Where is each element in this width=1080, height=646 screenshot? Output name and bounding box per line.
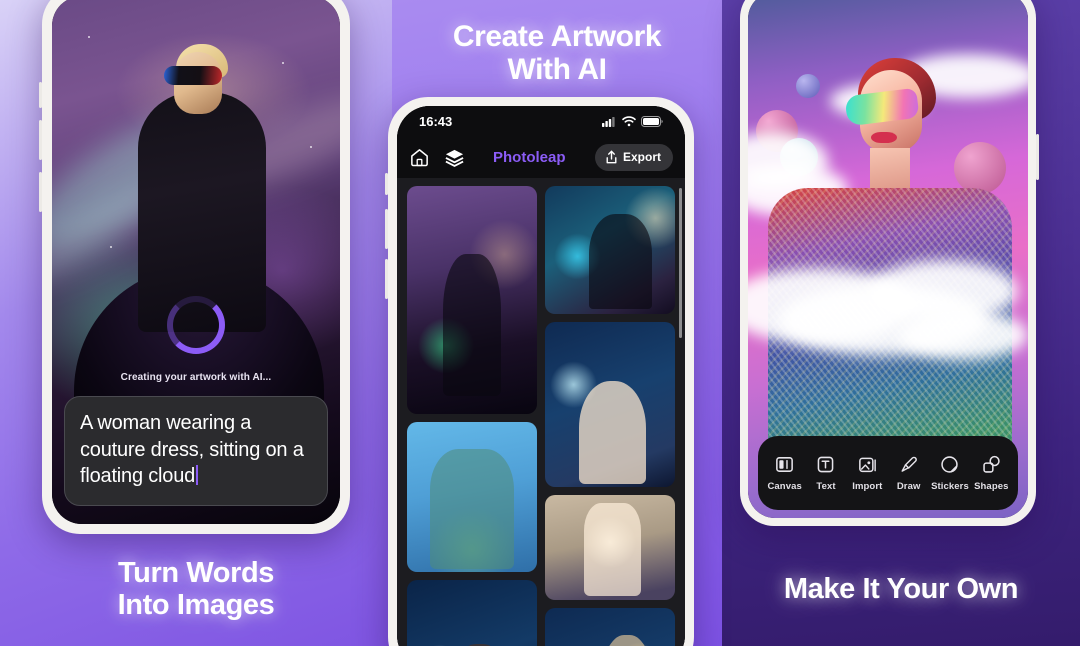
phone-mockup-right: Canvas Text Import Draw Stickers Shapes	[740, 0, 1039, 526]
export-button[interactable]: Export	[594, 143, 673, 171]
cellular-bars-icon	[602, 116, 617, 127]
right-artwork-canvas[interactable]: Canvas Text Import Draw Stickers Shapes	[748, 0, 1028, 518]
tool-label: Stickers	[931, 481, 969, 492]
layers-icon[interactable]	[444, 147, 465, 168]
phone-volume-down-button	[39, 120, 42, 160]
prompt-input-box[interactable]: A woman wearing a couture dress, sitting…	[64, 396, 328, 506]
gallery-scrollbar[interactable]	[679, 188, 682, 338]
tool-import[interactable]: Import	[847, 454, 888, 492]
tool-label: Text	[816, 481, 836, 492]
status-bar-time: 16:43	[419, 113, 453, 129]
headline-left: Turn Words Into Images	[117, 557, 275, 621]
gallery-tile[interactable]	[545, 186, 675, 314]
generation-status-text: Creating your artwork with AI...	[120, 372, 272, 383]
headline-right: Make It Your Own	[783, 573, 1019, 605]
phone-mockup-left: Creating your artwork with AI... A woman…	[39, 0, 350, 534]
stickers-icon	[939, 454, 960, 475]
tool-draw[interactable]: Draw	[888, 454, 929, 492]
phone-mute-button	[39, 172, 42, 212]
editor-tool-bar[interactable]: Canvas Text Import Draw Stickers Shapes	[758, 436, 1018, 510]
gallery-tile[interactable]	[407, 186, 537, 414]
export-button-label: Export	[622, 150, 661, 164]
left-phone-screen: Creating your artwork with AI... A woman…	[52, 0, 340, 524]
canvas-icon	[774, 454, 795, 475]
share-upload-icon	[605, 150, 618, 165]
figure-visor-glasses	[164, 66, 222, 85]
left-artwork-preview: Creating your artwork with AI... A woman…	[52, 0, 340, 524]
photoleap-app-ui: 16:43 Photoleap Export	[397, 106, 685, 646]
headline-center: Create Artwork With AI	[452, 20, 662, 86]
phone-mockup-center: 16:43 Photoleap Export	[385, 97, 694, 646]
gallery-column-right	[545, 186, 675, 646]
gallery-tile[interactable]	[407, 422, 537, 572]
tool-stickers[interactable]: Stickers	[929, 454, 970, 492]
gallery-tile[interactable]	[407, 580, 537, 646]
loading-spinner	[167, 296, 225, 354]
tool-label: Import	[852, 481, 883, 492]
gallery-tile[interactable]	[545, 608, 675, 646]
gallery-column-left	[407, 186, 537, 646]
status-bar: 16:43	[397, 106, 685, 136]
sphere-blue-small	[796, 74, 820, 98]
artwork-gallery[interactable]	[397, 178, 685, 646]
cloud-body-lower	[898, 310, 1028, 360]
gallery-tile[interactable]	[545, 495, 675, 600]
promo-screenshot: Creating your artwork with AI... A woman…	[0, 0, 1080, 646]
draw-brush-icon	[898, 454, 919, 475]
text-icon	[815, 454, 836, 475]
phone-power-button	[1036, 134, 1039, 180]
prompt-input-value[interactable]: A woman wearing a couture dress, sitting…	[80, 410, 312, 490]
tool-shapes[interactable]: Shapes	[971, 454, 1012, 492]
gallery-tile[interactable]	[545, 322, 675, 487]
phone-volume-up-button	[39, 82, 42, 108]
right-phone-screen: Canvas Text Import Draw Stickers Shapes	[748, 0, 1028, 518]
phone-volume-up-button-center	[385, 209, 388, 249]
tool-canvas[interactable]: Canvas	[764, 454, 805, 492]
tool-label: Shapes	[974, 481, 1009, 492]
portrait-lips	[871, 132, 897, 143]
tool-label: Canvas	[767, 481, 802, 492]
text-caret	[196, 465, 199, 486]
import-icon	[857, 454, 878, 475]
phone-volume-down-button-center	[385, 259, 388, 299]
center-phone-screen: 16:43 Photoleap Export	[397, 106, 685, 646]
shapes-icon	[981, 454, 1002, 475]
tool-text[interactable]: Text	[805, 454, 846, 492]
app-title: Photoleap	[493, 148, 566, 166]
app-toolbar: Photoleap Export	[397, 136, 685, 178]
phone-mute-button-center	[385, 173, 388, 195]
wifi-icon	[622, 115, 636, 127]
sphere-pink-right	[954, 142, 1006, 194]
tool-label: Draw	[896, 481, 921, 492]
battery-full-icon	[641, 115, 663, 127]
home-icon[interactable]	[409, 147, 430, 168]
